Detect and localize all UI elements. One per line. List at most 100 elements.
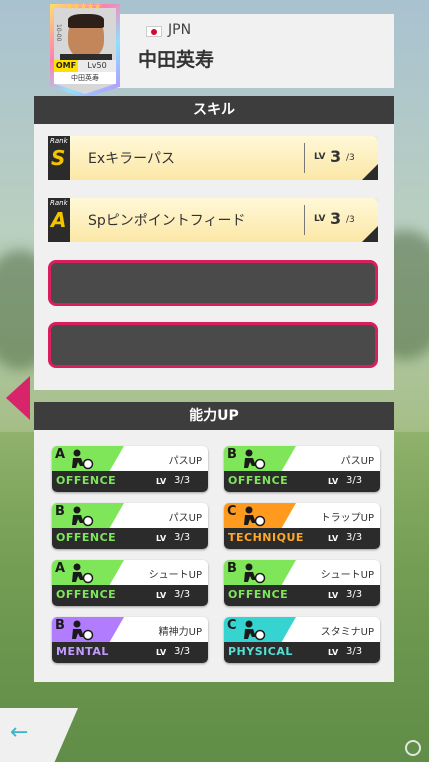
skill-name: Exキラーパス [88,151,175,167]
ability-lv-value: 3/3 [346,589,363,600]
ability-card[interactable]: A パスUP OFFENCE LV 3/3 [52,446,208,492]
ability-name: トラップUP [320,513,374,524]
watermark-icon [405,740,421,756]
ability-name: パスUP [168,456,202,467]
rank-tab: Rank S [48,136,70,180]
empty-skill-slot[interactable] [48,322,378,368]
ability-lv-value: 3/3 [346,532,363,543]
ability-top: B パスUP [224,446,380,471]
ability-lv-label: LV [156,591,167,600]
mental-icon [68,619,94,641]
ability-top: C トラップUP [224,503,380,528]
ability-lv-label: LV [328,477,339,486]
skill-name: Spピンポイントフィード [88,213,246,229]
ability-bottom: OFFENCE LV 3/3 [52,585,208,606]
ability-category: TECHNIQUE [228,531,304,544]
pass-icon [68,448,94,470]
ability-rank: B [227,561,237,576]
japan-flag-icon [146,26,162,37]
skill-lv-value: 3 [330,147,342,166]
ability-lv-label: LV [156,477,167,486]
ability-rank: B [55,618,65,633]
rarity-stars: ★★★★★ [65,2,101,12]
ability-rank: B [55,504,65,519]
skill-lv-max: /3 [346,153,355,163]
ability-category: PHYSICAL [228,645,293,658]
ability-lv-value: 3/3 [174,646,191,657]
skill-row[interactable]: Rank A Spピンポイントフィード LV 3 /3 [48,198,378,242]
card-player-name: 中田英寿 [54,72,116,84]
ability-lv-label: LV [156,534,167,543]
player-hair [68,14,104,28]
ability-bottom: TECHNIQUE LV 3/3 [224,528,380,549]
back-arrow-icon: ← [10,720,29,745]
empty-skill-slot[interactable] [48,260,378,306]
ability-category: MENTAL [56,645,109,658]
skill-row[interactable]: Rank S Exキラーパス LV 3 /3 [48,136,378,180]
ability-name: 精神力UP [158,627,202,638]
ability-rank: A [55,561,66,576]
ability-top: B パスUP [52,503,208,528]
ability-card[interactable]: B シュートUP OFFENCE LV 3/3 [224,560,380,606]
ability-lv-value: 3/3 [346,646,363,657]
ability-lv-value: 3/3 [174,475,191,486]
skill-lv-value: 3 [330,209,342,228]
ability-top: A パスUP [52,446,208,471]
ability-top: B 精神力UP [52,617,208,642]
ability-card[interactable]: C トラップUP TECHNIQUE LV 3/3 [224,503,380,549]
ability-card[interactable]: B 精神力UP MENTAL LV 3/3 [52,617,208,663]
rank-letter: S [51,146,66,170]
ability-up-title: 能力UP [34,402,394,430]
ability-lv-label: LV [328,648,339,657]
ability-card[interactable]: C スタミナUP PHYSICAL LV 3/3 [224,617,380,663]
ability-card[interactable]: A シュートUP OFFENCE LV 3/3 [52,560,208,606]
skill-lv-label: LV [314,214,326,224]
corner-decoration [362,164,378,180]
ability-bottom: OFFENCE LV 3/3 [224,585,380,606]
position-badge: OMF [54,60,78,72]
skills-title: スキル [34,96,394,124]
divider [304,205,305,235]
ability-bottom: OFFENCE LV 3/3 [52,528,208,549]
rank-label: Rank [50,137,68,145]
ability-top: C スタミナUP [224,617,380,642]
country-code: JPN [168,22,192,38]
rank-letter: A [51,208,67,232]
ability-lv-label: LV [328,534,339,543]
skills-panel: スキル Rank S Exキラーパス LV 3 /3 Rank A Spピンポイ… [34,96,394,390]
ability-lv-label: LV [328,591,339,600]
ability-name: パスUP [340,456,374,467]
skill-lv-max: /3 [346,215,355,225]
ability-card[interactable]: B パスUP OFFENCE LV 3/3 [224,446,380,492]
divider [304,143,305,173]
ability-rank: A [55,447,66,462]
ability-name: パスUP [168,513,202,524]
ability-rank: B [227,447,237,462]
ability-rank: C [227,618,237,633]
ability-bottom: MENTAL LV 3/3 [52,642,208,663]
ability-card[interactable]: B パスUP OFFENCE LV 3/3 [52,503,208,549]
skill-lv-label: LV [314,152,326,162]
player-number: 10-00 [55,24,62,42]
ability-lv-value: 3/3 [174,589,191,600]
trap-icon [240,505,266,527]
ability-category: OFFENCE [228,474,289,487]
ability-name: シュートUP [320,570,374,581]
ability-name: シュートUP [148,570,202,581]
ability-top: A シュートUP [52,560,208,585]
ability-top: B シュートUP [224,560,380,585]
pass-icon [240,448,266,470]
ability-lv-label: LV [156,648,167,657]
player-card[interactable]: 10-00 OMF Lv50 中田英寿 [50,4,120,98]
ability-lv-value: 3/3 [346,475,363,486]
ability-bottom: PHYSICAL LV 3/3 [224,642,380,663]
player-name: 中田英寿 [138,49,215,71]
shoot-icon [240,562,266,584]
ability-category: OFFENCE [228,588,289,601]
ability-bottom: OFFENCE LV 3/3 [224,471,380,492]
rank-label: Rank [50,199,68,207]
rank-tab: Rank A [48,198,70,242]
ability-category: OFFENCE [56,588,117,601]
ability-lv-value: 3/3 [174,532,191,543]
ability-bottom: OFFENCE LV 3/3 [52,471,208,492]
